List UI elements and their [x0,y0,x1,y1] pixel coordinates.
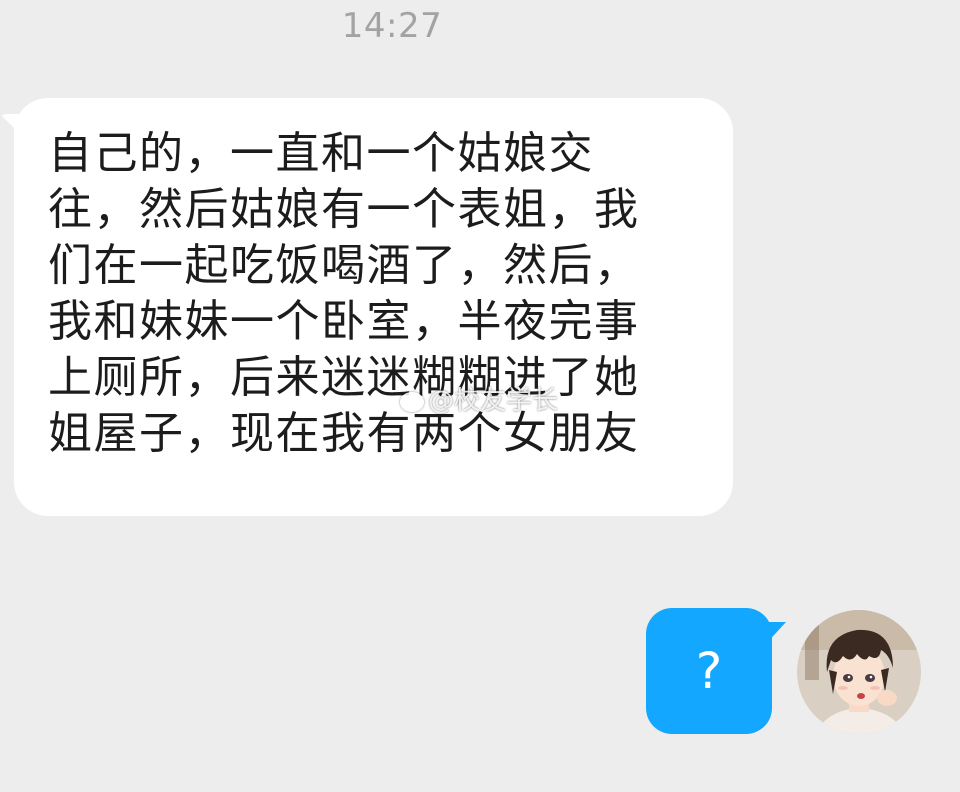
outgoing-message-bubble[interactable]: ? [646,608,772,734]
avatar[interactable] [797,610,921,734]
anime-boy-avatar-icon [797,610,921,734]
timestamp: 14:27 [341,6,443,46]
message-line: 上厕所，后来迷迷糊糊进了她 [48,352,640,403]
outgoing-message-text: ? [695,642,723,700]
watermark: @校友学长 [400,380,558,417]
watermark-text: @校友学长 [428,386,559,416]
message-line: 姐屋子，现在我有两个女朋友 [48,408,640,459]
weibo-icon [400,391,424,412]
message-line: 自己的，一直和一个姑娘交 [48,128,594,179]
message-line: 往，然后姑娘有一个表姐，我 [48,184,640,235]
message-line: 我和妹妹一个卧室，半夜完事 [48,296,640,347]
message-line: 们在一起吃饭喝酒了，然后， [48,240,640,291]
incoming-message-bubble[interactable]: 自己的，一直和一个姑娘交 往，然后姑娘有一个表姐，我 们在一起吃饭喝酒了，然后，… [14,98,733,516]
